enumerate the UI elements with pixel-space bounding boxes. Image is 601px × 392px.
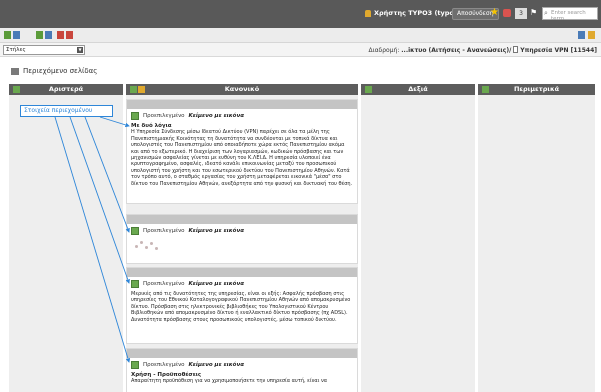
selector-row: Στήλες ▼ Διαδρομή: ...iκτυο (Αιτήσεις - … [0,43,601,57]
column-header-normal: Κανονικό [126,84,358,95]
column-icon[interactable] [13,86,20,93]
star-icon[interactable]: ★ [490,7,499,19]
new-page-icon[interactable] [36,31,43,39]
content-element-prefix: Προεπιλεγμένο [143,113,185,119]
page-content-label: Περιεχόμενο σελίδας [23,67,98,75]
content-element-toolbar [127,215,357,224]
content-element-type: Κείμενο με εικόνα [188,281,244,287]
content-element-toolbar [127,100,357,109]
move-page-icon[interactable] [45,31,52,39]
page-list-icon[interactable] [13,31,20,39]
content-element-icon [131,227,139,235]
shortcut-icon[interactable] [503,9,511,17]
column-right [361,95,475,392]
page-icon [513,46,519,53]
content-element-icon [131,361,139,369]
counter-badge[interactable]: 3 [515,8,527,19]
content-element-type: Κείμενο με εικόνα [188,113,244,119]
column-left [9,95,123,392]
breadcrumb-page[interactable]: Υπηρεσία VPN [11544] [520,47,597,54]
image-thumbnail[interactable] [135,239,161,251]
content-element-body: Μερικές από τις δυνατότητες της υπηρεσία… [131,291,351,323]
content-element-prefix: Προεπιλεγμένο [143,228,185,234]
content-element-prefix: Προεπιλεγμένο [143,362,185,368]
content-element-icon [131,280,139,288]
column-icon[interactable] [130,86,137,93]
view-icon[interactable] [4,31,11,39]
column-label: Δεξιά [408,85,428,93]
column-border [478,95,595,392]
content-element-icon [131,112,139,120]
content-element-prefix: Προεπιλεγμένο [143,281,185,287]
column-icon[interactable] [365,86,372,93]
column-header-border: Περιμετρικά [478,84,595,95]
breadcrumb-path[interactable]: ...iκτυο (Αιτήσεις - Ανανεώσεις)/ [401,47,511,54]
delete-page-icon[interactable] [66,31,73,39]
bookmark-icon[interactable] [588,31,595,39]
view-mode-value: Στήλες [6,47,26,53]
content-element-type: Κείμενο με εικόνα [188,362,244,368]
cache-icon[interactable] [578,31,585,39]
content-element[interactable]: Προεπιλεγμένο Κείμενο με εικόνα [126,214,358,264]
search-input[interactable]: ⌕ Enter search term [542,7,598,22]
page-content-title: Περιεχόμενο σελίδας [11,67,97,75]
content-element-toolbar [127,349,357,358]
user-icon [365,9,371,17]
search-icon: ⌕ [544,9,548,17]
content-element-toolbar [127,268,357,277]
content-element[interactable]: Προεπιλεγμένο Κείμενο με εικόνα Χρήση - … [126,348,358,392]
column-label: Αριστερά [48,85,84,93]
content-element-body: Η Υπηρεσία Σύνδεσης μέσω Ιδεατού Δικτύου… [131,129,353,187]
chevron-down-icon: ▼ [77,47,83,53]
column-label: Περιμετρικά [513,85,560,93]
flag-icon[interactable]: ⚑ [530,8,540,18]
column-header-left: Αριστερά [9,84,123,95]
column-label: Κανονικό [224,85,260,93]
content-element[interactable]: Προεπιλεγμένο Κείμενο με εικόνα Με δυό λ… [126,99,358,204]
content-elements-callout: Στοιχεία περιεχομένου [20,105,113,117]
breadcrumb-prefix: Διαδρομή: [368,47,400,54]
toolbar [0,28,601,43]
breadcrumb: Διαδρομή: ...iκτυο (Αιτήσεις - Ανανεώσει… [368,46,597,54]
search-placeholder: Enter search term [551,10,586,22]
view-mode-select[interactable]: Στήλες ▼ [3,45,85,55]
edit-icon[interactable] [138,86,145,93]
content-element-body: Απαραίτητη προϋπόθεση για να χρησιμοποιή… [131,378,328,385]
content-element[interactable]: Προεπιλεγμένο Κείμενο με εικόνα Μερικές … [126,267,358,344]
edit-page-icon[interactable] [57,31,64,39]
content-element-type: Κείμενο με εικόνα [188,228,244,234]
top-bar: Χρήστης TYPO3 (typo3user) Αποσύνδεση ★ 3… [0,0,601,28]
column-icon[interactable] [482,86,489,93]
page-content-icon [11,67,19,75]
column-header-right: Δεξιά [361,84,475,95]
